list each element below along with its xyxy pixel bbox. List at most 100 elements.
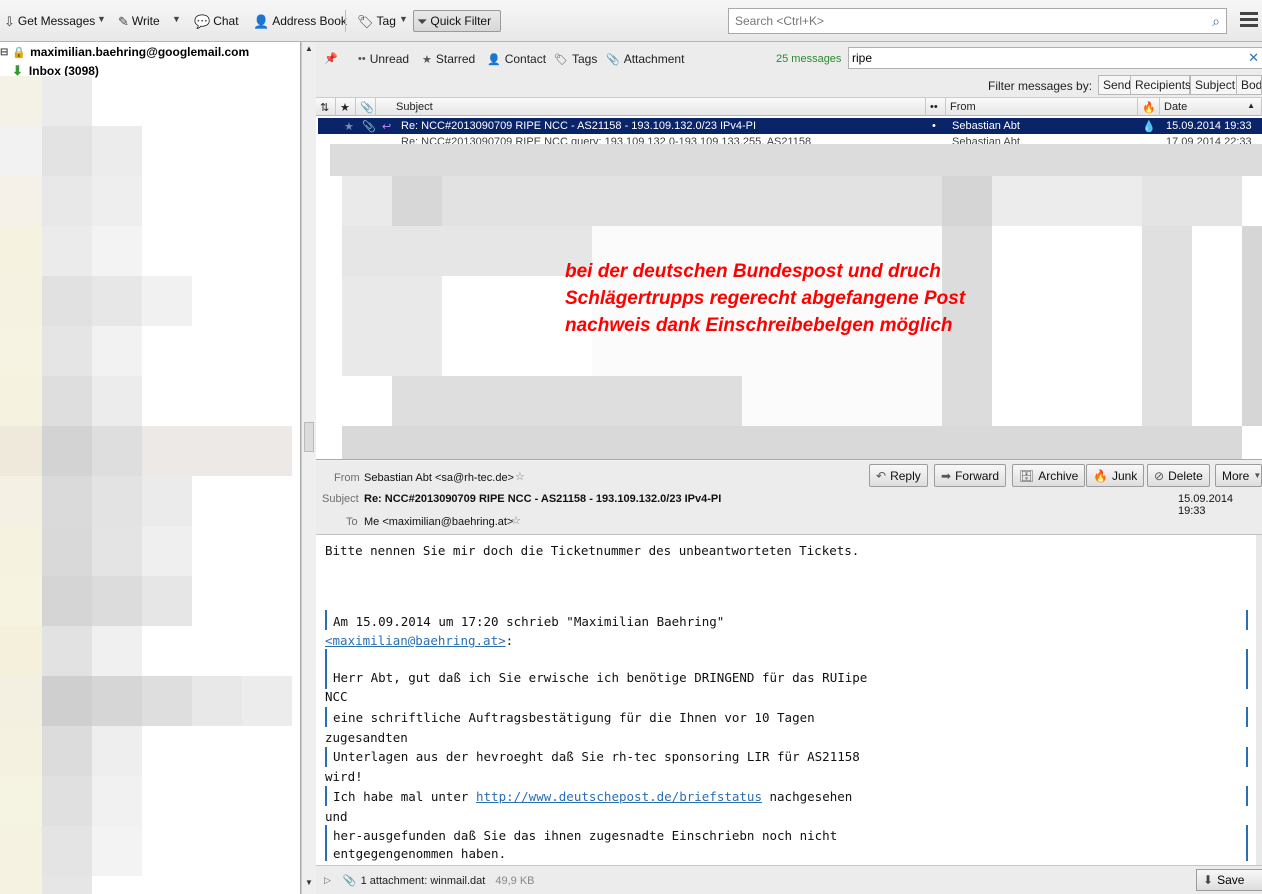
save-attachment-button[interactable]: ⬇ Save ▼ — [1196, 869, 1262, 891]
filter-tags-button[interactable]: 🏷 Tags — [554, 52, 597, 66]
filter-contact-button[interactable]: 👤 Contact — [487, 52, 546, 66]
folder-account[interactable]: ⊟ 🔒 maximilian.baehring@googlemail.com — [0, 45, 249, 59]
attachment-column-icon[interactable]: 📎 — [356, 98, 376, 116]
read-dot-icon[interactable]: • — [932, 120, 936, 132]
blurred-area — [330, 144, 1262, 176]
blurred-area — [142, 576, 192, 626]
folder-scrollbar[interactable]: ▲ ▼ — [301, 42, 316, 894]
quick-filter-value: ripe — [852, 51, 873, 65]
filter-starred-button[interactable]: ★ Starred — [422, 52, 475, 66]
junk-button[interactable]: 🔥 Junk — [1086, 464, 1145, 487]
blurred-area — [42, 476, 92, 526]
blurred-area — [92, 826, 142, 876]
quoted-line: nachgesehen — [761, 789, 853, 804]
blurred-area — [92, 676, 142, 726]
blurred-area — [92, 626, 142, 676]
table-row[interactable]: Re: NCC#2013090709 RIPE NCC query: 193.1… — [318, 135, 1262, 144]
quick-filter-button[interactable]: ⏷ Quick Filter — [413, 10, 501, 32]
from-column-header[interactable]: From — [946, 98, 1138, 116]
scroll-up-icon[interactable]: ▲ — [305, 44, 313, 53]
account-expand-icon[interactable]: ⊟ — [0, 47, 8, 58]
forward-label: Forward — [955, 468, 1000, 483]
save-arrow-icon: ⬇ — [1203, 873, 1214, 887]
junk-column-icon[interactable]: 🔥 — [1138, 98, 1160, 116]
blurred-area — [0, 126, 42, 176]
date-column-label: Date — [1164, 101, 1188, 113]
message-scrollbar[interactable] — [1256, 535, 1262, 865]
filter-attachment-button[interactable]: 📎 Attachment — [606, 52, 684, 66]
blurred-area — [42, 726, 92, 776]
forward-button[interactable]: ➡ Forward — [934, 464, 1007, 487]
body-line: Bitte nennen Sie mir doch die Ticketnumm… — [325, 543, 860, 558]
blurred-area — [392, 176, 442, 226]
message-header: From Sebastian Abt <sa@rh-tec.de> ☆ ↶ Rep… — [316, 461, 1262, 535]
scroll-down-icon[interactable]: ▼ — [305, 878, 313, 887]
briefstatus-link[interactable]: http://www.deutschepost.de/briefstatus — [476, 789, 762, 804]
tag-dropdown-icon[interactable]: ▼ — [399, 14, 408, 24]
filter-recipients-chip[interactable]: Recipients — [1130, 75, 1191, 95]
clear-filter-icon[interactable]: ✕ — [1248, 50, 1259, 66]
attachment-label: Attachment — [623, 52, 685, 66]
blurred-area — [0, 226, 42, 276]
blurred-area — [242, 676, 292, 726]
reply-button[interactable]: ↶ Reply — [869, 464, 928, 487]
starred-column-icon[interactable]: ★ — [336, 98, 356, 116]
message-count: 25 messages — [776, 53, 842, 65]
quoted-line: NCC — [325, 689, 348, 704]
quick-filter-input[interactable]: ripe ✕ — [848, 47, 1262, 69]
archive-button[interactable]: 🗄 Archive — [1012, 464, 1086, 487]
forward-arrow-icon: ➡ — [941, 468, 952, 483]
row-date: 17.09.2014 22:33 — [1166, 136, 1252, 144]
to-value[interactable]: Me <maximilian@baehring.at> — [364, 516, 513, 528]
write-button[interactable]: ✎ Write — [114, 10, 164, 32]
get-messages-button[interactable]: ⇩ Get Messages — [0, 10, 99, 32]
person-icon: 👤 — [253, 13, 270, 29]
more-button[interactable]: More ▼ — [1215, 464, 1262, 487]
attachment-toggle[interactable]: ▷ 📎 1 attachment: winmail.dat 49,9 KB — [324, 874, 535, 888]
star-icon[interactable]: ★ — [344, 120, 354, 133]
blurred-area — [0, 526, 42, 576]
blurred-area — [0, 776, 42, 826]
tag-button[interactable]: 🏷 Tag — [353, 10, 400, 32]
read-column-icon[interactable]: •• — [926, 98, 946, 116]
email-link[interactable]: <maximilian@baehring.at> — [325, 633, 506, 648]
blurred-area — [142, 476, 192, 526]
from-value[interactable]: Sebastian Abt <sa@rh-tec.de> — [364, 472, 514, 484]
delete-button[interactable]: ⊘ Delete — [1147, 464, 1210, 487]
account-icon: 🔒 — [12, 46, 27, 59]
quote-bar — [325, 649, 327, 689]
filter-body-chip[interactable]: Body — [1236, 75, 1262, 95]
table-row[interactable]: ★ 📎 ↩ Re: NCC#2013090709 RIPE NCC - AS21… — [317, 117, 1262, 135]
date-column-header[interactable]: Date ▲ — [1160, 98, 1262, 116]
subject-column-header[interactable]: Subject — [376, 98, 926, 116]
write-label: Write — [131, 14, 160, 28]
thread-column-header: ⇅ ★ 📎 Subject •• From 🔥 Date ▲ — [316, 98, 1262, 116]
red-annotation-text: bei der deutschen Bundespost und druch S… — [565, 258, 1085, 339]
expand-triangle-icon[interactable]: ▷ — [324, 875, 331, 886]
blurred-area — [0, 876, 42, 894]
blurred-area — [42, 626, 92, 676]
more-label: More — [1222, 468, 1250, 483]
star-contact-icon[interactable]: ☆ — [515, 470, 525, 483]
sticky-filter-pin-icon[interactable]: 📌 — [324, 52, 338, 65]
blurred-area — [0, 276, 42, 326]
thread-column-icon[interactable]: ⇅ — [316, 98, 336, 116]
write-dropdown-icon[interactable]: ▼ — [172, 14, 181, 24]
get-messages-dropdown-icon[interactable]: ▼ — [97, 14, 106, 24]
filter-unread-button[interactable]: •• Unread — [358, 52, 409, 66]
annotation-line: Schlägertrupps regerecht abgefangene Pos… — [565, 288, 966, 309]
delete-circle-icon: ⊘ — [1154, 468, 1165, 483]
junk-status-icon[interactable]: 💧 — [1142, 120, 1156, 133]
account-label: maximilian.baehring@googlemail.com — [30, 45, 250, 59]
paperclip-icon: 📎 — [362, 121, 376, 133]
address-book-button[interactable]: 👤 Address Book — [249, 10, 351, 32]
blurred-area — [342, 426, 1242, 459]
search-icon[interactable]: ⌕ — [1212, 13, 1220, 30]
chat-button[interactable]: 💬 Chat — [190, 10, 243, 32]
scroll-thumb[interactable] — [304, 422, 314, 452]
filter-subject-chip[interactable]: Subject — [1190, 75, 1241, 95]
star-contact-icon[interactable]: ☆ — [511, 514, 521, 527]
star-icon: ★ — [422, 53, 432, 66]
app-menu-icon[interactable] — [1240, 12, 1258, 30]
global-search-input[interactable]: Search <Ctrl+K> ⌕ — [728, 8, 1227, 34]
